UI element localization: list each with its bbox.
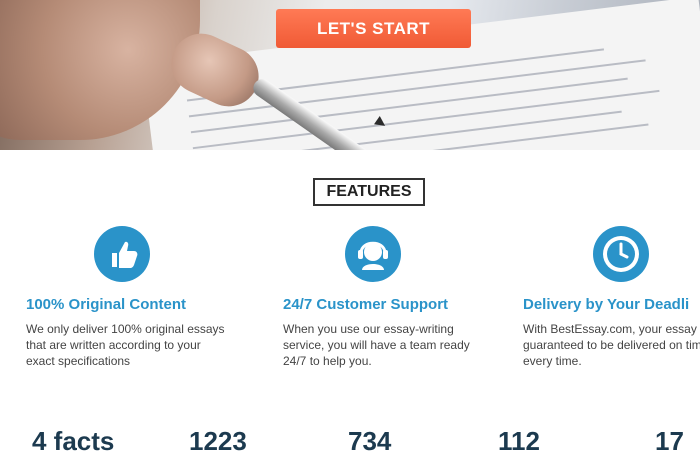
feature-original-content: 100% Original Content We only deliver 10… <box>26 226 266 369</box>
stat-value: 112 <box>498 426 540 456</box>
hero-banner: LET'S START <box>0 0 700 150</box>
stat-value: 17 <box>655 426 684 456</box>
thumbs-up-icon <box>94 226 150 282</box>
stat-value: 1223 <box>189 426 247 456</box>
stat-facts: 4 facts <box>32 426 115 456</box>
features-heading: FEATURES <box>313 178 425 206</box>
lets-start-button[interactable]: LET'S START <box>276 9 471 48</box>
feature-customer-support: 24/7 Customer Support When you use our e… <box>283 226 523 369</box>
headset-icon <box>345 226 401 282</box>
clock-icon <box>593 226 649 282</box>
stat-value: 734 <box>348 426 392 456</box>
feature-deadline-delivery: Delivery by Your Deadli With BestEssay.c… <box>523 226 700 369</box>
feature-description: We only deliver 100% original essays tha… <box>26 322 225 368</box>
feature-description: When you use our essay-writing service, … <box>283 322 470 368</box>
feature-title: Delivery by Your Deadli <box>523 296 690 313</box>
feature-title: 100% Original Content <box>26 296 187 313</box>
feature-description: With BestEssay.com, your essay guarantee… <box>523 322 700 368</box>
feature-title: 24/7 Customer Support <box>283 296 449 313</box>
